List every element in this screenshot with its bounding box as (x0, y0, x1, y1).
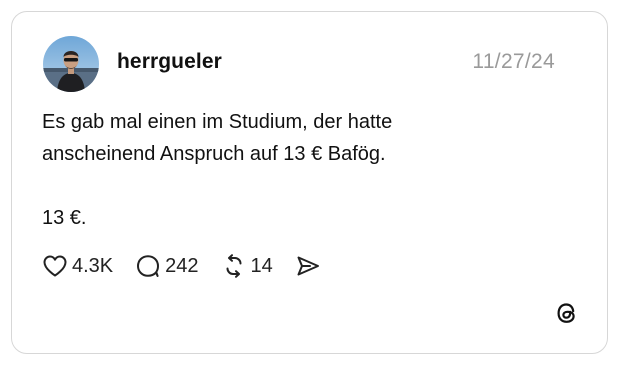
post-date: 11/27/24 (472, 50, 555, 73)
reply-button[interactable]: 242 (135, 254, 199, 278)
like-count: 4.3K (72, 255, 114, 277)
repost-count: 14 (250, 255, 273, 277)
post-text-line: Es gab mal einen im Studium, der hatte (42, 111, 393, 133)
heart-icon (43, 255, 67, 277)
post-text-line: 13 €. (42, 207, 87, 229)
repost-arrows-icon (226, 254, 242, 278)
send-icon (297, 256, 319, 276)
post-text-line: anscheinend Anspruch auf 13 € Bafög. (42, 143, 386, 165)
avatar[interactable] (43, 36, 99, 92)
speech-bubble-icon (137, 255, 160, 277)
reply-count: 242 (165, 255, 199, 277)
repost-button[interactable]: 14 (221, 254, 273, 278)
action-bar: 4.3K 242 14 (42, 251, 347, 281)
post-text: Es gab mal einen im Studium, der hatte a… (42, 106, 392, 234)
post-card: herrgueler 11/27/24 Es gab mal einen im … (11, 11, 608, 354)
like-button[interactable]: 4.3K (42, 254, 113, 278)
share-button[interactable] (295, 254, 325, 278)
threads-logo-icon (554, 300, 580, 326)
username[interactable]: herrgueler (117, 50, 222, 74)
